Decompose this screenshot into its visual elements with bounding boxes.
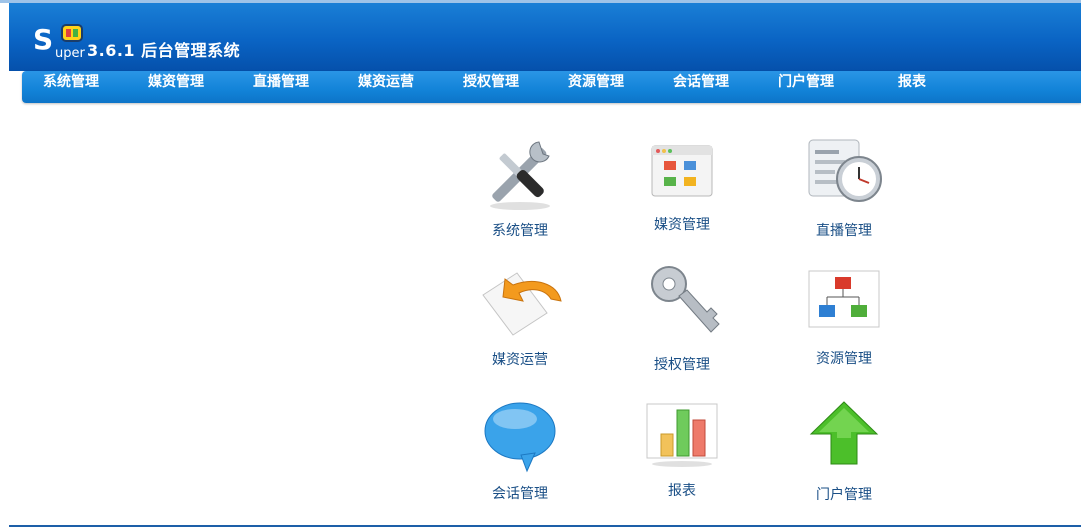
tile-live[interactable]: 直播管理 xyxy=(789,134,899,254)
nav-item-portal[interactable]: 门户管理 xyxy=(778,71,834,103)
tile-label: 报表 xyxy=(668,483,696,499)
app-title: 3.6.1 后台管理系统 xyxy=(87,41,241,60)
nav-item-media[interactable]: 媒资管理 xyxy=(148,71,204,103)
tile-label: 资源管理 xyxy=(816,351,872,367)
tile-report[interactable]: 报表 xyxy=(627,398,737,518)
return-arrow-icon xyxy=(482,272,562,336)
media-window-icon xyxy=(651,145,713,197)
key-icon xyxy=(651,266,720,333)
nav-item-report[interactable]: 报表 xyxy=(898,71,926,103)
tile-session[interactable]: 会话管理 xyxy=(465,397,575,517)
tile-label: 会话管理 xyxy=(492,486,548,502)
nav-item-auth[interactable]: 授权管理 xyxy=(463,71,519,103)
header-banner: S uper 3.6.1 后台管理系统 xyxy=(9,3,1081,71)
tile-system[interactable]: 系统管理 xyxy=(465,134,575,254)
tile-label: 直播管理 xyxy=(816,223,872,239)
logo-word: uper xyxy=(55,46,85,61)
tile-portal[interactable]: 门户管理 xyxy=(789,398,899,518)
tile-label: 门户管理 xyxy=(816,487,872,503)
chat-bubble-icon xyxy=(484,402,556,473)
tile-label: 媒资运营 xyxy=(492,352,548,368)
tile-resource[interactable]: 资源管理 xyxy=(789,265,899,385)
tv-icon xyxy=(61,24,83,42)
nav-item-resource[interactable]: 资源管理 xyxy=(568,71,624,103)
hierarchy-icon xyxy=(808,270,880,328)
main-nav: 系统管理 媒资管理 直播管理 媒资运营 授权管理 资源管理 会话管理 门户管理 … xyxy=(22,71,1081,103)
schedule-clock-icon xyxy=(808,139,882,202)
tools-icon xyxy=(490,141,550,210)
tile-label: 授权管理 xyxy=(654,357,710,373)
up-arrow-icon xyxy=(809,401,879,465)
nav-item-system[interactable]: 系统管理 xyxy=(43,71,99,103)
tile-label: 媒资管理 xyxy=(654,217,710,233)
tile-label: 系统管理 xyxy=(492,223,548,239)
nav-item-session[interactable]: 会话管理 xyxy=(673,71,729,103)
footer-divider xyxy=(9,525,1081,527)
bar-chart-icon xyxy=(646,403,718,467)
tile-media[interactable]: 媒资管理 xyxy=(627,134,737,254)
logo-letter: S xyxy=(33,23,54,56)
nav-item-live[interactable]: 直播管理 xyxy=(253,71,309,103)
nav-item-media-ops[interactable]: 媒资运营 xyxy=(358,71,414,103)
tile-media-ops[interactable]: 媒资运营 xyxy=(465,265,575,385)
tile-auth[interactable]: 授权管理 xyxy=(627,262,737,382)
